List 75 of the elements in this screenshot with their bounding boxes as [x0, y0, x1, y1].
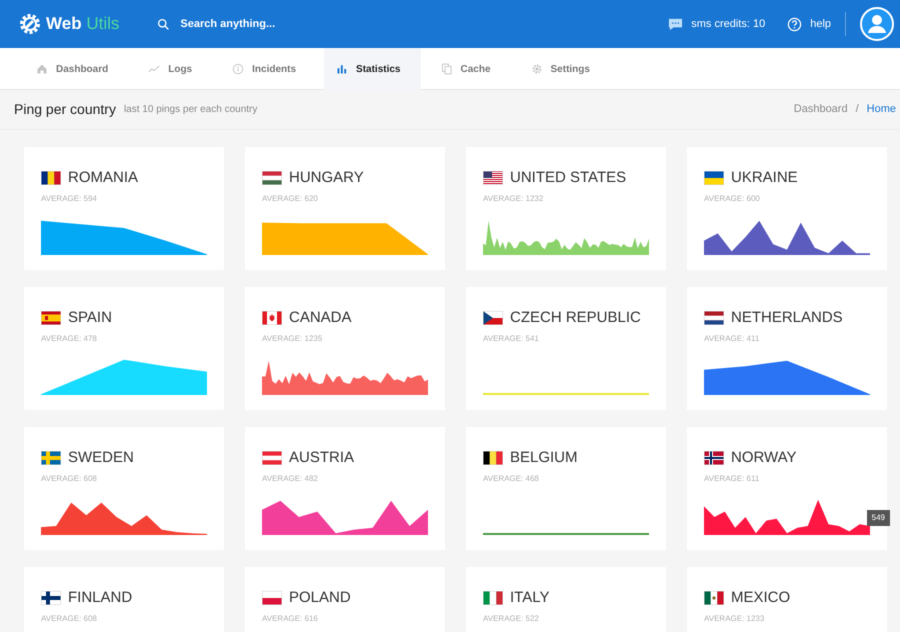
country-name: FINLAND — [68, 589, 132, 607]
flag-icon — [704, 451, 724, 465]
nav-tab[interactable]: Logs — [136, 48, 212, 90]
average-value: AVERAGE: 608 — [41, 473, 98, 485]
country-name: NORWAY — [731, 449, 797, 467]
flag-icon — [704, 311, 724, 325]
flag-icon — [41, 171, 61, 185]
help-link[interactable]: help — [810, 16, 831, 32]
flag-icon — [483, 311, 503, 325]
country-name: AUSTRIA — [289, 449, 354, 467]
chart-tooltip: 549 — [866, 510, 890, 526]
average-value: AVERAGE: 594 — [41, 193, 98, 205]
flag-icon — [41, 311, 61, 325]
nav-tab[interactable]: Dashboard — [24, 48, 128, 90]
average-value: AVERAGE: 611 — [704, 473, 760, 485]
flag-icon — [262, 311, 282, 325]
nav-tab[interactable]: Statistics — [324, 48, 420, 90]
average-value: AVERAGE: 482 — [262, 473, 319, 485]
flag-icon — [483, 591, 503, 605]
flag-icon — [483, 451, 503, 465]
trend-line-icon — [148, 63, 160, 75]
search-icon — [157, 18, 170, 30]
country-name: NETHERLANDS — [731, 309, 843, 327]
user-avatar[interactable] — [860, 7, 894, 41]
flag-icon — [262, 451, 282, 465]
average-value: AVERAGE: 1235 — [262, 333, 324, 345]
average-value: AVERAGE: 608 — [41, 613, 98, 625]
info-icon — [232, 63, 244, 75]
average-value: AVERAGE: 1232 — [483, 193, 544, 205]
country-name: CZECH REPUBLIC — [510, 309, 641, 327]
average-value: AVERAGE: 468 — [483, 473, 540, 485]
flag-icon — [262, 171, 282, 185]
sms-credits-link[interactable]: sms credits: 10 — [691, 16, 766, 32]
logo-text: Web Utils — [46, 13, 120, 36]
search-field[interactable]: Search anything... — [178, 14, 318, 34]
breadcrumb-separator: / — [856, 102, 859, 118]
flag-icon — [704, 171, 724, 185]
country-name: ITALY — [510, 589, 550, 607]
page-title: Ping per country — [14, 100, 116, 119]
average-value: AVERAGE: 620 — [262, 193, 319, 205]
copy-icon — [440, 63, 452, 75]
average-value: AVERAGE: 411 — [704, 333, 760, 345]
breadcrumb-link[interactable]: Home — [866, 101, 896, 118]
country-name: ROMANIA — [68, 169, 138, 187]
flag-icon — [483, 171, 503, 185]
page-subtitle: last 10 pings per each country — [124, 103, 258, 117]
bar-chart-icon — [336, 63, 348, 75]
flag-icon — [704, 591, 724, 605]
nav-tab[interactable]: Incidents — [220, 48, 316, 90]
help-icon — [787, 16, 802, 32]
flag-icon — [41, 451, 61, 465]
average-value: AVERAGE: 522 — [483, 613, 540, 625]
nav-tab[interactable]: Settings — [518, 48, 610, 90]
average-value: AVERAGE: 541 — [483, 333, 540, 345]
average-value: AVERAGE: 1233 — [704, 613, 766, 625]
average-value: AVERAGE: 478 — [41, 333, 98, 345]
country-name: HUNGARY — [289, 169, 364, 187]
wrench-gear-icon — [18, 12, 42, 36]
country-name: CANADA — [289, 309, 352, 327]
house-icon — [36, 63, 48, 75]
country-name: MEXICO — [731, 589, 790, 607]
average-value: AVERAGE: 600 — [704, 193, 761, 205]
country-name: POLAND — [289, 589, 351, 607]
breadcrumb-link[interactable]: Dashboard — [794, 101, 848, 118]
flag-icon — [41, 591, 61, 605]
chat-bubble-icon — [668, 16, 684, 32]
country-name: BELGIUM — [510, 449, 578, 467]
average-value: AVERAGE: 616 — [262, 613, 319, 625]
nav-tab[interactable]: Cache — [428, 48, 511, 90]
flag-icon — [262, 591, 282, 605]
country-name: UNITED STATES — [510, 169, 626, 187]
country-name: SWEDEN — [68, 449, 134, 467]
country-name: SPAIN — [68, 309, 112, 327]
settings-icon — [530, 63, 543, 75]
country-name: UKRAINE — [731, 169, 798, 187]
